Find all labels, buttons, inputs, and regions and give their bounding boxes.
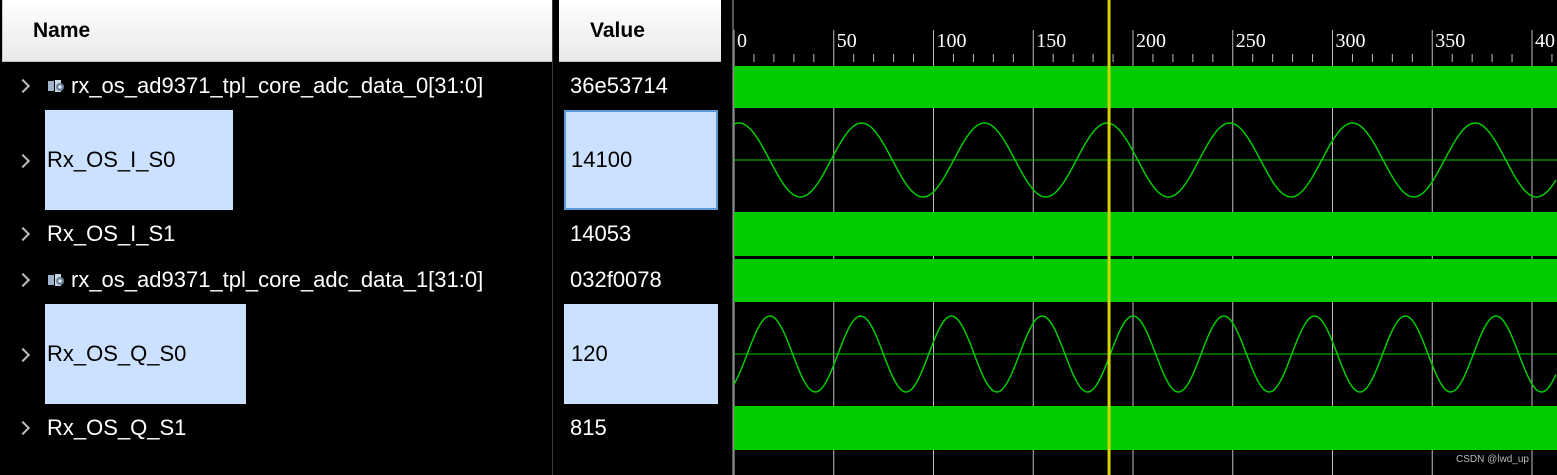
expand-chevron-icon[interactable] [15, 347, 31, 362]
expand-chevron-icon[interactable] [15, 153, 31, 168]
signal-value: 36e53714 [570, 73, 668, 98]
expand-chevron-icon[interactable] [15, 78, 31, 94]
signal-row[interactable]: rx_os_ad9371_tpl_core_adc_data_0[31:0] [0, 63, 552, 109]
tick-label: 50 [837, 30, 857, 52]
signal-value: 815 [570, 415, 607, 440]
tick-label: 40 [1535, 30, 1555, 52]
signal-value: 14100 [564, 110, 718, 210]
tick-label: 250 [1236, 30, 1266, 52]
tick-label: 150 [1036, 30, 1066, 52]
expand-chevron-icon[interactable] [15, 420, 31, 436]
tick-label: 0 [737, 30, 747, 52]
signal-value: 14053 [570, 221, 632, 246]
signal-name[interactable]: Rx_OS_I_S1 [47, 211, 175, 257]
signal-row[interactable]: Rx_OS_Q_S1 [0, 405, 552, 451]
expand-chevron-icon[interactable] [15, 226, 31, 242]
value-row[interactable]: 14100 [559, 110, 721, 211]
signal-row[interactable]: Rx_OS_I_S1 [0, 211, 552, 257]
tick-label: 300 [1336, 30, 1366, 52]
signal-name[interactable]: rx_os_ad9371_tpl_core_adc_data_1[31:0] [71, 257, 483, 303]
signal-value: 032f0078 [570, 267, 662, 292]
name-header-label: Name [33, 19, 91, 42]
value-column-header[interactable]: Value [559, 0, 721, 62]
value-row[interactable]: 120 [559, 304, 721, 405]
waveform-panel[interactable]: 0 50 100 150 200 250 300 350 40 CSDN @lwd_up [731, 0, 1557, 475]
value-row[interactable]: 14053 [559, 211, 721, 257]
waveform-canvas[interactable]: 0 50 100 150 200 250 300 350 40 [731, 0, 1557, 475]
expand-chevron-icon[interactable] [15, 272, 31, 288]
value-row[interactable]: 36e53714 [559, 63, 721, 109]
bus-waveform [734, 259, 1557, 302]
value-header-label: Value [590, 19, 645, 42]
signal-name[interactable]: rx_os_ad9371_tpl_core_adc_data_0[31:0] [71, 63, 483, 109]
tick-label: 200 [1136, 30, 1166, 52]
tick-label: 100 [937, 30, 967, 52]
name-column-header[interactable]: Name [2, 0, 552, 62]
watermark: CSDN @lwd_up [1456, 454, 1529, 465]
signal-name[interactable]: Rx_OS_Q_S0 [45, 304, 246, 404]
bus-waveform [734, 406, 1557, 450]
signal-name[interactable]: Rx_OS_I_S0 [45, 110, 233, 210]
signal-row[interactable]: Rx_OS_I_S0 [0, 110, 552, 211]
signal-name[interactable]: Rx_OS_Q_S1 [47, 405, 186, 451]
bus-icon [48, 80, 64, 92]
value-row[interactable]: 815 [559, 405, 721, 451]
signal-row[interactable]: Rx_OS_Q_S0 [0, 304, 552, 405]
signal-row[interactable]: rx_os_ad9371_tpl_core_adc_data_1[31:0] [0, 257, 552, 303]
name-panel: Name rx_os_ad9371_tpl_core_adc_data_0[31… [0, 0, 553, 475]
bus-waveform [734, 212, 1557, 256]
bus-icon [48, 274, 64, 286]
value-row[interactable]: 032f0078 [559, 257, 721, 303]
value-panel: Value 36e53714 14100 14053 032f0078 120 815 [559, 0, 721, 475]
bus-waveform [734, 66, 1557, 108]
signal-value: 120 [564, 304, 718, 404]
tick-label: 350 [1435, 30, 1465, 52]
